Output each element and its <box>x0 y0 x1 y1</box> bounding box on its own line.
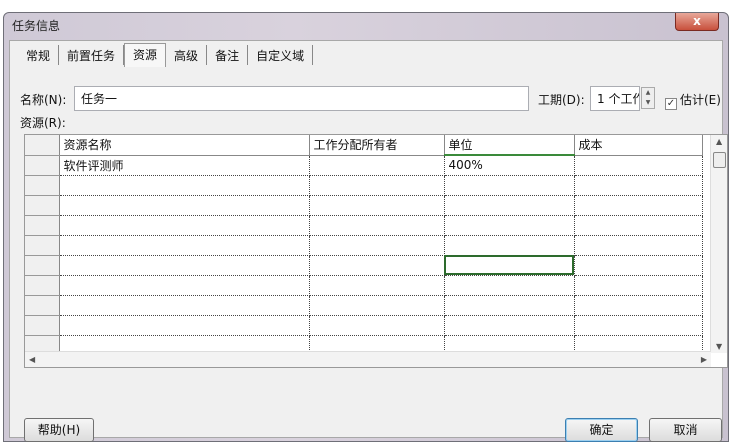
row-header[interactable] <box>25 215 60 236</box>
duration-label: 工期(D): <box>538 93 585 107</box>
table-cell[interactable] <box>444 195 575 216</box>
table-cell[interactable] <box>309 215 445 236</box>
dialog-body: 常规 前置任务 资源 高级 备注 自定义域 名称(N): 任务一 工期(D): … <box>9 40 728 442</box>
table-cell[interactable] <box>59 275 310 296</box>
table-cell[interactable] <box>574 175 703 196</box>
row-header[interactable] <box>25 155 60 176</box>
table-cell[interactable] <box>309 235 445 256</box>
column-header[interactable]: 工作分配所有者 <box>309 135 445 156</box>
row-header[interactable] <box>25 315 60 336</box>
table-cell[interactable] <box>59 255 310 276</box>
table-cell[interactable] <box>59 175 310 196</box>
table-row <box>25 255 703 276</box>
table-cell[interactable] <box>59 195 310 216</box>
table-cell[interactable] <box>574 295 703 316</box>
table-cell[interactable] <box>574 235 703 256</box>
table-cell[interactable] <box>309 295 445 316</box>
row-header[interactable] <box>25 295 60 316</box>
table-cell[interactable] <box>444 255 575 276</box>
ok-button[interactable]: 确定 <box>565 418 638 442</box>
table-cell[interactable] <box>59 215 310 236</box>
table-row <box>25 175 703 196</box>
select-all-cell[interactable] <box>25 135 60 156</box>
resources-label: 资源(R): <box>20 116 66 130</box>
table-cell[interactable] <box>444 235 575 256</box>
estimate-checkbox[interactable]: ✓ 估计(E) <box>665 91 721 110</box>
scroll-thumb[interactable] <box>713 152 726 168</box>
tab-resources[interactable]: 资源 <box>124 43 167 67</box>
table-cell[interactable] <box>574 215 703 236</box>
close-button[interactable]: x <box>675 13 719 31</box>
dialog-title: 任务信息 <box>12 19 61 33</box>
table-cell[interactable] <box>444 175 575 196</box>
table-cell[interactable] <box>309 315 445 336</box>
vertical-scrollbar[interactable]: ▲ ▼ <box>710 135 727 353</box>
table-row <box>25 295 703 316</box>
tab-predecessors[interactable]: 前置任务 <box>59 45 125 65</box>
duration-input[interactable]: 1 个工作日 <box>590 86 640 111</box>
table-row <box>25 235 703 256</box>
table-row <box>25 275 703 296</box>
table-cell[interactable] <box>59 235 310 256</box>
scroll-down-icon[interactable]: ▼ <box>716 342 722 351</box>
table-cell[interactable]: 软件评测师 <box>59 155 310 176</box>
tab-notes[interactable]: 备注 <box>207 45 249 65</box>
horizontal-scrollbar[interactable]: ◀ ▶ <box>25 351 711 367</box>
column-header[interactable]: 资源名称 <box>59 135 310 156</box>
row-header[interactable] <box>25 195 60 216</box>
table-cell[interactable] <box>444 275 575 296</box>
table-row: 软件评测师 400% <box>25 155 703 176</box>
table-row <box>25 315 703 336</box>
checkbox-checked-icon[interactable]: ✓ <box>665 98 677 110</box>
estimate-label: 估计(E) <box>680 93 721 107</box>
tab-custom-fields[interactable]: 自定义域 <box>248 45 314 65</box>
table-cell[interactable] <box>444 215 575 236</box>
table-cell[interactable]: 400% <box>444 155 575 176</box>
scroll-left-icon[interactable]: ◀ <box>29 355 35 364</box>
tab-bar: 常规 前置任务 资源 高级 备注 自定义域 <box>18 43 314 67</box>
row-header[interactable] <box>25 235 60 256</box>
duration-spinner[interactable]: ▲ ▼ <box>641 87 655 109</box>
table-cell[interactable] <box>574 315 703 336</box>
table-cell[interactable] <box>309 175 445 196</box>
table-cell[interactable] <box>574 155 703 176</box>
table-cell[interactable] <box>59 315 310 336</box>
table-cell[interactable] <box>574 255 703 276</box>
name-input[interactable]: 任务一 <box>74 86 529 111</box>
resources-grid: 资源名称 工作分配所有者 单位 成本 软件评测师 400% ▲ ▼ ◀ ▶ <box>24 134 728 368</box>
scroll-right-icon[interactable]: ▶ <box>701 355 707 364</box>
table-cell[interactable] <box>309 275 445 296</box>
table-row <box>25 195 703 216</box>
table-cell[interactable] <box>574 195 703 216</box>
table-cell[interactable] <box>309 195 445 216</box>
row-header[interactable] <box>25 175 60 196</box>
table-cell[interactable] <box>444 295 575 316</box>
resources-table: 资源名称 工作分配所有者 单位 成本 软件评测师 400% <box>25 135 703 356</box>
row-header[interactable] <box>25 255 60 276</box>
tab-general[interactable]: 常规 <box>18 45 60 65</box>
table-header: 资源名称 工作分配所有者 单位 成本 <box>25 135 703 156</box>
table-cell[interactable] <box>574 275 703 296</box>
name-label: 名称(N): <box>20 93 67 107</box>
table-cell[interactable] <box>59 295 310 316</box>
table-cell[interactable] <box>309 255 445 276</box>
scroll-up-icon[interactable]: ▲ <box>716 137 722 146</box>
tab-advanced[interactable]: 高级 <box>166 45 208 65</box>
cancel-button[interactable]: 取消 <box>649 418 722 442</box>
column-header[interactable]: 单位 <box>444 135 575 156</box>
row-header[interactable] <box>25 275 60 296</box>
table-cell[interactable] <box>444 315 575 336</box>
table-cell[interactable] <box>309 155 445 176</box>
task-info-dialog: 任务信息 x 常规 前置任务 资源 高级 备注 自定义域 名称(N): 任务一 … <box>3 12 729 442</box>
table-row <box>25 215 703 236</box>
column-header[interactable]: 成本 <box>574 135 703 156</box>
help-button[interactable]: 帮助(H) <box>24 418 94 442</box>
